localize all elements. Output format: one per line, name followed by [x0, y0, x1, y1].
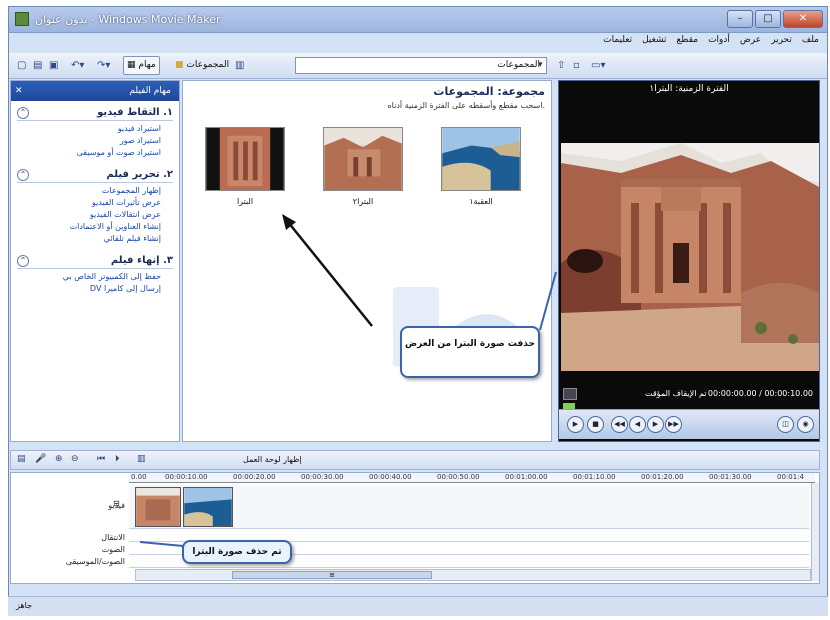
maximize-button[interactable]: □	[755, 10, 781, 28]
preview-monitor: الفترة الزمنية: البترا١ تم الإيقاف المؤق…	[558, 80, 820, 442]
chevron-down-icon: ▾	[538, 60, 543, 70]
task-link[interactable]: عرض انتقالات الفيديو	[17, 210, 161, 219]
clip-petra[interactable]: البترا	[205, 127, 285, 206]
clip-aqaba[interactable]: العقبة١	[441, 127, 521, 206]
playback-time: 00:00:00.00 / 00:00:10.00	[707, 389, 813, 398]
timeline-vertical-scrollbar[interactable]	[811, 483, 819, 581]
collection-subtitle: اسحب مقطع وأسقطه على الفترة الزمنية أدنا…	[387, 101, 545, 110]
tasks-button[interactable]: ▦ مهام	[123, 56, 160, 75]
timeline-clip-aqaba[interactable]	[183, 487, 233, 527]
zoom-out-icon[interactable]: ⊖	[71, 454, 79, 464]
chevron-up-icon[interactable]: ⌃	[17, 255, 29, 267]
clip-thumbnail	[205, 127, 285, 191]
collection-title: مجموعة: المجموعات	[433, 85, 545, 98]
open-project-icon[interactable]: ▤	[33, 58, 42, 73]
play-timeline-icon[interactable]: ⏵	[115, 454, 120, 464]
tasks-pane-header: ✕ مهام الفيلم	[11, 81, 179, 101]
timeline-clip-petra2[interactable]	[135, 487, 181, 527]
menu-help[interactable]: تعليمات	[603, 35, 632, 51]
collections-tree-icon[interactable]: ▥	[235, 58, 244, 73]
rewind-timeline-icon[interactable]: ⏮	[97, 454, 105, 464]
views-icon[interactable]: ▭▾	[591, 58, 605, 73]
previous-frame-icon[interactable]: ◀	[629, 416, 646, 433]
title-bar[interactable]: بدون عنوان - Windows Movie Maker – □ ✕	[9, 7, 827, 33]
task-section-capture: ١. التقاط فيديو ⌃ استيراد فيديو استيراد …	[17, 107, 173, 157]
preview-image	[561, 143, 819, 371]
task-link[interactable]: إنشاء فيلم تلقائي	[17, 234, 161, 243]
track-label-music: الصوت/الموسيقى	[65, 557, 125, 566]
minimize-button[interactable]: –	[727, 10, 753, 28]
task-link[interactable]: عرض تأثيرات الفيديو	[17, 198, 161, 207]
expand-icon[interactable]: ⊟	[113, 499, 120, 508]
folder-icon: ■	[175, 60, 184, 70]
time-ruler[interactable]: 0.00 00:00:10.00 00:00:20.00 00:00:30.00…	[129, 473, 815, 483]
new-folder-icon[interactable]: ▫	[573, 58, 580, 73]
preview-controls: ▶ ■ ◀◀ ◀ ▶ ▶▶ ◫ ◉	[559, 409, 819, 439]
task-section-finish: ٣. إنهاء فيلم ⌃ حفظ إلى الكمبيوتر الخاص …	[17, 255, 173, 293]
snapshot-icon[interactable]: ◉	[797, 416, 814, 433]
callout-deleted-image: تم حذف صورة البترا	[182, 540, 292, 564]
collection-pane: مجموعة: المجموعات اسحب مقطع وأسقطه على ا…	[182, 80, 552, 442]
main-toolbar: ▢ ▤ ▣ ↶▾ ↷▾ ▦ مهام ■ المجموعات ▥ المجموع…	[9, 53, 827, 79]
undo-icon[interactable]: ↶▾	[71, 58, 84, 73]
menu-play[interactable]: تشغيل	[642, 35, 666, 51]
new-project-icon[interactable]: ▢	[17, 58, 26, 73]
task-link[interactable]: إظهار المجموعات	[17, 186, 161, 195]
track-label-audio: الصوت	[101, 545, 125, 554]
forward-icon[interactable]: ▶▶	[665, 416, 682, 433]
app-icon	[15, 12, 29, 26]
timeline-pane: 0.00 00:00:10.00 00:00:20.00 00:00:30.00…	[10, 472, 820, 584]
zoom-in-icon[interactable]: ⊕	[55, 454, 63, 464]
show-storyboard-button[interactable]: إظهار لوحة العمل	[243, 455, 302, 464]
menu-view[interactable]: عرض	[740, 35, 761, 51]
rewind-icon[interactable]: ◀◀	[611, 416, 628, 433]
task-link[interactable]: إرسال إلى كاميرا DV	[17, 284, 161, 293]
menu-tools[interactable]: أدوات	[708, 35, 730, 51]
fullscreen-icon[interactable]	[563, 388, 577, 400]
task-link[interactable]: استيراد فيديو	[17, 124, 161, 133]
clip-thumbnail	[323, 127, 403, 191]
tasks-icon: ▦	[127, 60, 136, 70]
task-link[interactable]: استيراد صور	[17, 136, 161, 145]
collections-select[interactable]: المجموعات ▾	[295, 57, 547, 74]
window-title: بدون عنوان - Windows Movie Maker	[35, 13, 221, 26]
split-icon[interactable]: ◫	[777, 416, 794, 433]
task-link[interactable]: استيراد صوت أو موسيقى	[17, 148, 161, 157]
timeline-toolbar: ▤ 🎤 ⊕ ⊖ ⏮ ⏵ ▥ إظهار لوحة العمل	[10, 450, 820, 470]
storyboard-toggle-icon[interactable]: ▥	[137, 454, 146, 464]
menu-clip[interactable]: مقطع	[677, 35, 699, 51]
up-level-icon[interactable]: ⇧	[557, 58, 565, 73]
play-icon[interactable]: ▶	[567, 416, 584, 433]
menu-edit[interactable]: تحرير	[771, 35, 792, 51]
redo-icon[interactable]: ↷▾	[97, 58, 110, 73]
status-text: جاهز	[16, 601, 33, 610]
stop-icon[interactable]: ■	[587, 416, 604, 433]
preview-title: الفترة الزمنية: البترا١	[649, 84, 729, 94]
close-icon[interactable]: ✕	[15, 81, 23, 101]
track-label-transition: الانتقال	[101, 533, 125, 542]
menu-bar: ملف تحرير عرض أدوات مقطع تشغيل تعليمات	[603, 35, 827, 51]
chevron-up-icon[interactable]: ⌃	[17, 169, 29, 181]
clip-thumbnail	[441, 127, 521, 191]
status-bar: جاهز	[8, 596, 828, 616]
task-section-edit: ٢. تحرير فيلم ⌃ إظهار المجموعات عرض تأثي…	[17, 169, 173, 243]
menu-file[interactable]: ملف	[802, 35, 819, 51]
clip-petra2[interactable]: البترا٢	[323, 127, 403, 206]
callout-deleted-from-show: حذفت صورة البترا من العرض	[400, 326, 540, 378]
close-button[interactable]: ✕	[783, 10, 823, 28]
playback-status: تم الإيقاف المؤقت	[645, 389, 707, 398]
scroll-thumb[interactable]: ≡	[232, 571, 432, 579]
timeline-horizontal-scrollbar[interactable]: ≡	[135, 569, 811, 581]
task-link[interactable]: إنشاء العناوين أو الاعتمادات	[17, 222, 161, 231]
save-project-icon[interactable]: ▣	[49, 58, 58, 73]
narrate-icon[interactable]: 🎤	[35, 454, 46, 464]
storyboard-icon[interactable]: ▤	[17, 454, 26, 464]
chevron-up-icon[interactable]: ⌃	[17, 107, 29, 119]
movie-tasks-pane: ✕ مهام الفيلم ١. التقاط فيديو ⌃ استيراد …	[10, 80, 180, 442]
preview-status-bar: تم الإيقاف المؤقت 00:00:00.00 / 00:00:10…	[559, 387, 819, 403]
next-frame-icon[interactable]: ▶	[647, 416, 664, 433]
task-link[interactable]: حفظ إلى الكمبيوتر الخاص بي	[17, 272, 161, 281]
collections-button[interactable]: ■ المجموعات	[171, 56, 233, 75]
